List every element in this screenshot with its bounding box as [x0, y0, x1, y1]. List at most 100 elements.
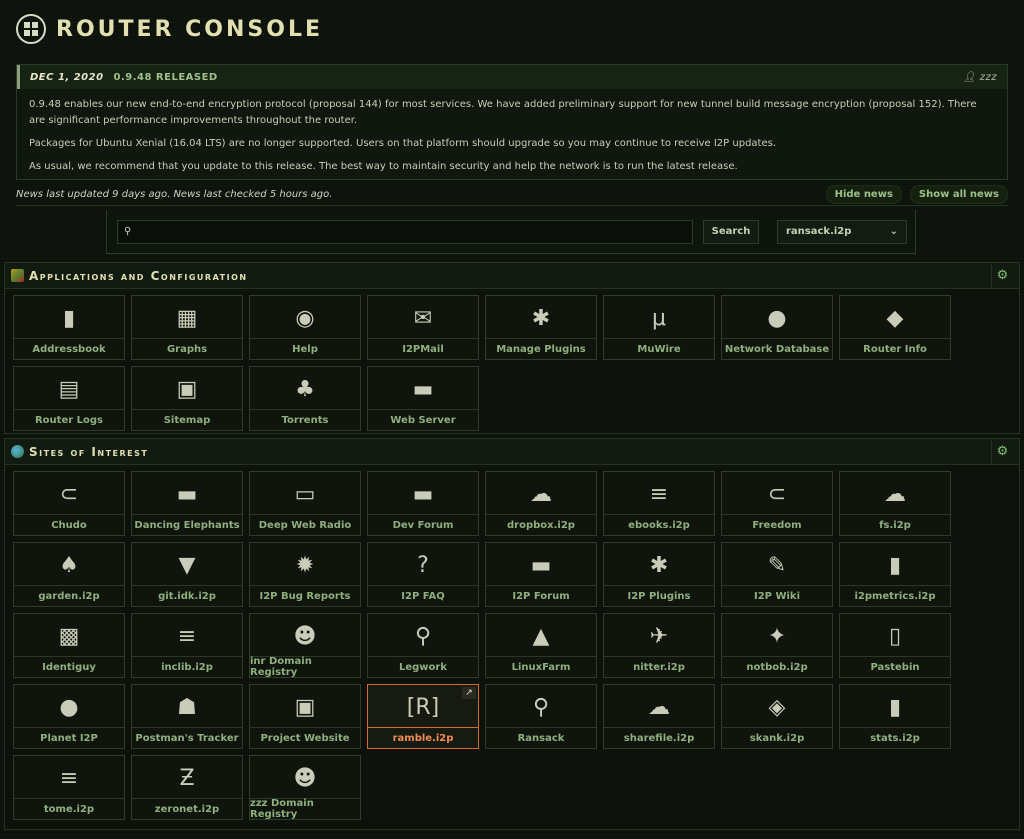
app-tile[interactable]: ▣ Project Website — [249, 684, 361, 749]
books-icon: ≡ — [177, 623, 197, 649]
tile-label: Pastebin — [840, 656, 950, 677]
app-tile[interactable]: ⚲ Legwork — [367, 613, 479, 678]
books-icon: ≡ — [59, 765, 79, 791]
app-tile[interactable]: ☻ inr Domain Registry — [249, 613, 361, 678]
search-engine-select[interactable]: ransack.i2p ⌄ — [777, 219, 907, 244]
app-tile[interactable]: ♣ Torrents — [249, 366, 361, 431]
app-tile[interactable]: ◆ Router Info — [839, 295, 951, 360]
sites-grid: ⊂ Chudo ▬ Dancing Elephants ▭ Deep Web Radio ▬… — [5, 465, 1019, 820]
app-tile[interactable]: ✱ I2P Plugins — [603, 542, 715, 607]
app-tile[interactable]: ≡ inclib.i2p — [131, 613, 243, 678]
muwire-icon: μ — [652, 305, 666, 331]
app-tile[interactable]: ▮ Addressbook — [13, 295, 125, 360]
app-tile[interactable]: ✉ I2PMail — [367, 295, 479, 360]
app-tile[interactable]: ▬ Dev Forum — [367, 471, 479, 536]
tile-label: i2pmetrics.i2p — [840, 585, 950, 606]
tile-label: sharefile.i2p — [604, 727, 714, 748]
tile-label: fs.i2p — [840, 514, 950, 535]
app-tile[interactable]: ▩ Identiguy — [13, 613, 125, 678]
news-status: News last updated 9 days ago. News last … — [16, 189, 333, 200]
hide-news-button[interactable]: Hide news — [825, 185, 902, 204]
gear-icon[interactable]: ⚙ — [991, 264, 1013, 287]
app-tile[interactable]: ✎ I2P Wiki — [721, 542, 833, 607]
news-title: 0.9.48 RELEASED — [113, 71, 218, 83]
cloud-upload-icon: ☁ — [530, 481, 552, 507]
i2p-website-icon: ▣ — [294, 694, 316, 720]
magnet-icon: ⊂ — [767, 481, 787, 507]
forum-icon: ▬ — [412, 481, 434, 507]
news-paragraph: 0.9.48 enables our new end-to-end encryp… — [29, 99, 977, 126]
books-icon: ≡ — [649, 481, 669, 507]
app-tile[interactable]: ▣ Sitemap — [131, 366, 243, 431]
app-tile[interactable]: ▬ Web Server — [367, 366, 479, 431]
app-tile[interactable]: ▬ Dancing Elephants — [131, 471, 243, 536]
i2p-logo-icon[interactable] — [16, 14, 46, 44]
app-tile[interactable]: ☁ fs.i2p — [839, 471, 951, 536]
gear-icon[interactable]: ⚙ — [991, 440, 1013, 463]
app-tile[interactable]: ☁ dropbox.i2p — [485, 471, 597, 536]
tile-label: skank.i2p — [722, 727, 832, 748]
app-tile[interactable]: ▯ Pastebin — [839, 613, 951, 678]
external-link-icon[interactable]: ↗ — [462, 687, 476, 699]
tile-label: I2P Forum — [486, 585, 596, 606]
app-tile[interactable]: ▭ Deep Web Radio — [249, 471, 361, 536]
app-tile[interactable]: ☗ Postman's Tracker — [131, 684, 243, 749]
agent-icon: ☻ — [293, 623, 317, 649]
tile-label: Legwork — [368, 656, 478, 677]
app-tile[interactable]: ⚲ Ransack — [485, 684, 597, 749]
app-tile[interactable]: ◉ Help — [249, 295, 361, 360]
bars-icon: ▮ — [888, 552, 902, 578]
app-tile[interactable]: ☻ zzz Domain Registry — [249, 755, 361, 820]
news-panel: DEC 1, 2020 0.9.48 RELEASED 👤︎ zzz 0.9.4… — [16, 64, 1008, 180]
tile-label: stats.i2p — [840, 727, 950, 748]
app-tile[interactable]: ✹ I2P Bug Reports — [249, 542, 361, 607]
app-tile[interactable]: ☁ sharefile.i2p — [603, 684, 715, 749]
app-tile[interactable]: ♠ garden.i2p — [13, 542, 125, 607]
mail-icon: ✉ — [413, 305, 433, 331]
tile-label: Chudo — [14, 514, 124, 535]
addressbook-icon: ▮ — [62, 305, 76, 331]
app-tile[interactable]: ✱ Manage Plugins — [485, 295, 597, 360]
app-tile[interactable]: ▬ I2P Forum — [485, 542, 597, 607]
search-input[interactable]: ⚲ — [117, 219, 693, 244]
app-tile[interactable]: ● Planet I2P — [13, 684, 125, 749]
tile-label: dropbox.i2p — [486, 514, 596, 535]
tile-label: ebooks.i2p — [604, 514, 714, 535]
tile-label: I2PMail — [368, 338, 478, 359]
app-tile[interactable]: Ƶzeronet.i2p — [131, 755, 243, 820]
news-header: DEC 1, 2020 0.9.48 RELEASED 👤︎ zzz — [17, 65, 1007, 89]
gitlab-icon: ▼ — [178, 552, 196, 578]
tile-label: zeronet.i2p — [132, 798, 242, 819]
app-tile[interactable]: ▦ Graphs — [131, 295, 243, 360]
app-tile[interactable]: [R] ramble.i2p ↗ — [367, 684, 479, 749]
tile-label: git.idk.i2p — [132, 585, 242, 606]
tile-label: Addressbook — [14, 338, 124, 359]
app-tile[interactable]: ▮ stats.i2p — [839, 684, 951, 749]
app-tile[interactable]: ▲ LinuxFarm — [485, 613, 597, 678]
tile-label: garden.i2p — [14, 585, 124, 606]
tile-label: Router Logs — [14, 409, 124, 430]
header: ROUTER CONSOLE — [0, 0, 1024, 58]
tile-label: I2P Bug Reports — [250, 585, 360, 606]
app-tile[interactable]: ▤ Router Logs — [13, 366, 125, 431]
app-tile[interactable]: ▮ i2pmetrics.i2p — [839, 542, 951, 607]
app-tile[interactable]: ? I2P FAQ — [367, 542, 479, 607]
tile-label: Ransack — [486, 727, 596, 748]
tile-label: I2P FAQ — [368, 585, 478, 606]
app-tile[interactable]: ✈ nitter.i2p — [603, 613, 715, 678]
tile-label: Freedom — [722, 514, 832, 535]
app-tile[interactable]: ▼ git.idk.i2p — [131, 542, 243, 607]
tile-label: tome.i2p — [14, 798, 124, 819]
app-tile[interactable]: ◈ skank.i2p — [721, 684, 833, 749]
search-button[interactable]: Search — [703, 219, 759, 244]
torrents-icon: ♣ — [295, 376, 315, 402]
bars-icon: ▮ — [888, 694, 902, 720]
app-tile[interactable]: ⊂ Freedom — [721, 471, 833, 536]
app-tile[interactable]: ● Network Database — [721, 295, 833, 360]
app-tile[interactable]: ≡ ebooks.i2p — [603, 471, 715, 536]
app-tile[interactable]: μ MuWire — [603, 295, 715, 360]
app-tile[interactable]: ⊂ Chudo — [13, 471, 125, 536]
show-all-news-button[interactable]: Show all news — [909, 185, 1008, 204]
app-tile[interactable]: ✦ notbob.i2p — [721, 613, 833, 678]
app-tile[interactable]: ≡ tome.i2p — [13, 755, 125, 820]
